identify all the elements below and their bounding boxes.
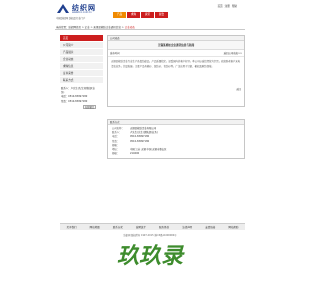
sidebar-item-contact[interactable]: 联系方式 xyxy=(60,77,103,84)
footer-link[interactable]: 诚聘英才 xyxy=(136,225,146,229)
article-meta-row: 发布时间 返回公司动态>> xyxy=(108,50,244,57)
copyright: 纺织网 版权所有 1997-2015 浙ICP备11000000号 xyxy=(123,234,177,237)
top-link-register[interactable]: 注册 xyxy=(225,4,230,8)
sidebar-item-profile[interactable]: 公司简介 xyxy=(60,42,103,49)
sidebar-item-buying[interactable]: 求购信息 xyxy=(60,63,103,70)
article-title: 无锡某棉纺企业通讯信息与新闻 xyxy=(108,41,244,50)
footer-link[interactable]: 联系方式 xyxy=(113,225,123,229)
footer-link[interactable]: 网站帮助 xyxy=(228,225,238,229)
nav-item-products[interactable]: 产品 xyxy=(113,12,126,18)
sidebar-item-news[interactable]: 企业动态 xyxy=(60,56,103,63)
back-to-news-link[interactable]: 返回公司动态>> xyxy=(224,51,242,55)
top-link-help[interactable]: 帮助 xyxy=(232,4,237,8)
sidebar-item-certificates[interactable]: 证书荣誉 xyxy=(60,70,103,77)
contact-box: 联系方式 公司名称： 无锡某棉纺企业有限公司 联系人： 卢先生(先生)销售部(业务)… xyxy=(107,119,245,160)
contact-row: 邮编： 214000 xyxy=(112,152,240,156)
nav-item-buying[interactable]: 求购 xyxy=(127,12,140,18)
main-nav: 产品 求购 资讯 展会 xyxy=(113,12,168,18)
top-link-home[interactable]: 首页 xyxy=(217,4,222,8)
article-body: 无锡某棉纺企业专业生产各类纺织品，产品质量稳定，深受国内外客户好评。本公司以诚信… xyxy=(108,57,244,106)
main-content: 公司动态 无锡某棉纺企业通讯信息与新闻 发布时间 返回公司动态>> 无锡某棉纺企… xyxy=(107,35,245,160)
article-text: 无锡某棉纺企业专业生产各类纺织品，产品质量稳定，深受国内外客户好评。本公司以诚信… xyxy=(111,60,241,68)
footer-link[interactable]: 友情链接 xyxy=(205,225,215,229)
sidebar-contact-fax: 传真：0510-83997180 xyxy=(61,99,88,103)
sidebar: 首页 公司简介 产品展示 企业动态 求购信息 证书荣誉 联系方式 联系人：卢先生… xyxy=(60,35,103,110)
watermark-logo: 玖玖录 xyxy=(117,244,185,269)
footer-link[interactable]: 网站地图 xyxy=(90,225,100,229)
footer-link[interactable]: 关于我们 xyxy=(67,225,77,229)
page: 纺织网 www.tnc.com.cn 中国纺织网 纺织品行业门户 首页 注册 帮… xyxy=(55,0,245,237)
contact-list: 公司名称： 无锡某棉纺企业有限公司 联系人： 卢先生(先生)销售部(业务) 电话： 0… xyxy=(108,125,244,158)
logo-slogan: 中国纺织网 纺织品行业门户 xyxy=(56,17,86,20)
article-meta: 发布时间 xyxy=(110,52,120,55)
sidebar-item-home[interactable]: 首页 xyxy=(60,35,103,42)
footer-link[interactable]: 服务条款 xyxy=(159,225,169,229)
contact-value: 214000 xyxy=(130,152,140,156)
logo-url: www.tnc.com.cn xyxy=(72,11,92,14)
breadcrumb: 当前位置：纺织网首页 > 企业 > 无锡某棉纺企业通讯信息 > 企业动态 xyxy=(55,25,245,30)
top-links: 首页 注册 帮助 xyxy=(217,4,237,8)
contact-label: 邮编： xyxy=(112,152,120,156)
leave-message-button[interactable]: 在线留言 xyxy=(83,104,97,109)
watermark-text: 玖玖录 xyxy=(117,244,185,269)
nav-item-exhibition[interactable]: 展会 xyxy=(155,12,168,18)
nav-item-news[interactable]: 资讯 xyxy=(141,12,154,18)
back-link[interactable]: 返回 xyxy=(236,88,241,93)
footer-nav: 关于我们 网站地图 联系方式 诚聘英才 服务条款 法律声明 友情链接 网站帮助 xyxy=(60,223,245,230)
breadcrumb-current: 企业动态 xyxy=(124,26,135,29)
article-box: 公司动态 无锡某棉纺企业通讯信息与新闻 发布时间 返回公司动态>> 无锡某棉纺企… xyxy=(107,35,245,107)
contact-value: 0510-83997180 xyxy=(130,139,150,143)
sidebar-contact: 联系人：卢先生(先生)销售部(业 务) 电话：0510-83997180 传真：… xyxy=(60,87,103,110)
footer-link[interactable]: 法律声明 xyxy=(182,225,192,229)
breadcrumb-text[interactable]: 当前位置：纺织网首页 > 企业 > 无锡某棉纺企业通讯信息 > xyxy=(55,25,124,29)
logo-icon[interactable] xyxy=(56,3,70,14)
site-header: 纺织网 www.tnc.com.cn 中国纺织网 纺织品行业门户 首页 注册 帮… xyxy=(55,0,245,24)
sidebar-item-products[interactable]: 产品展示 xyxy=(60,49,103,56)
